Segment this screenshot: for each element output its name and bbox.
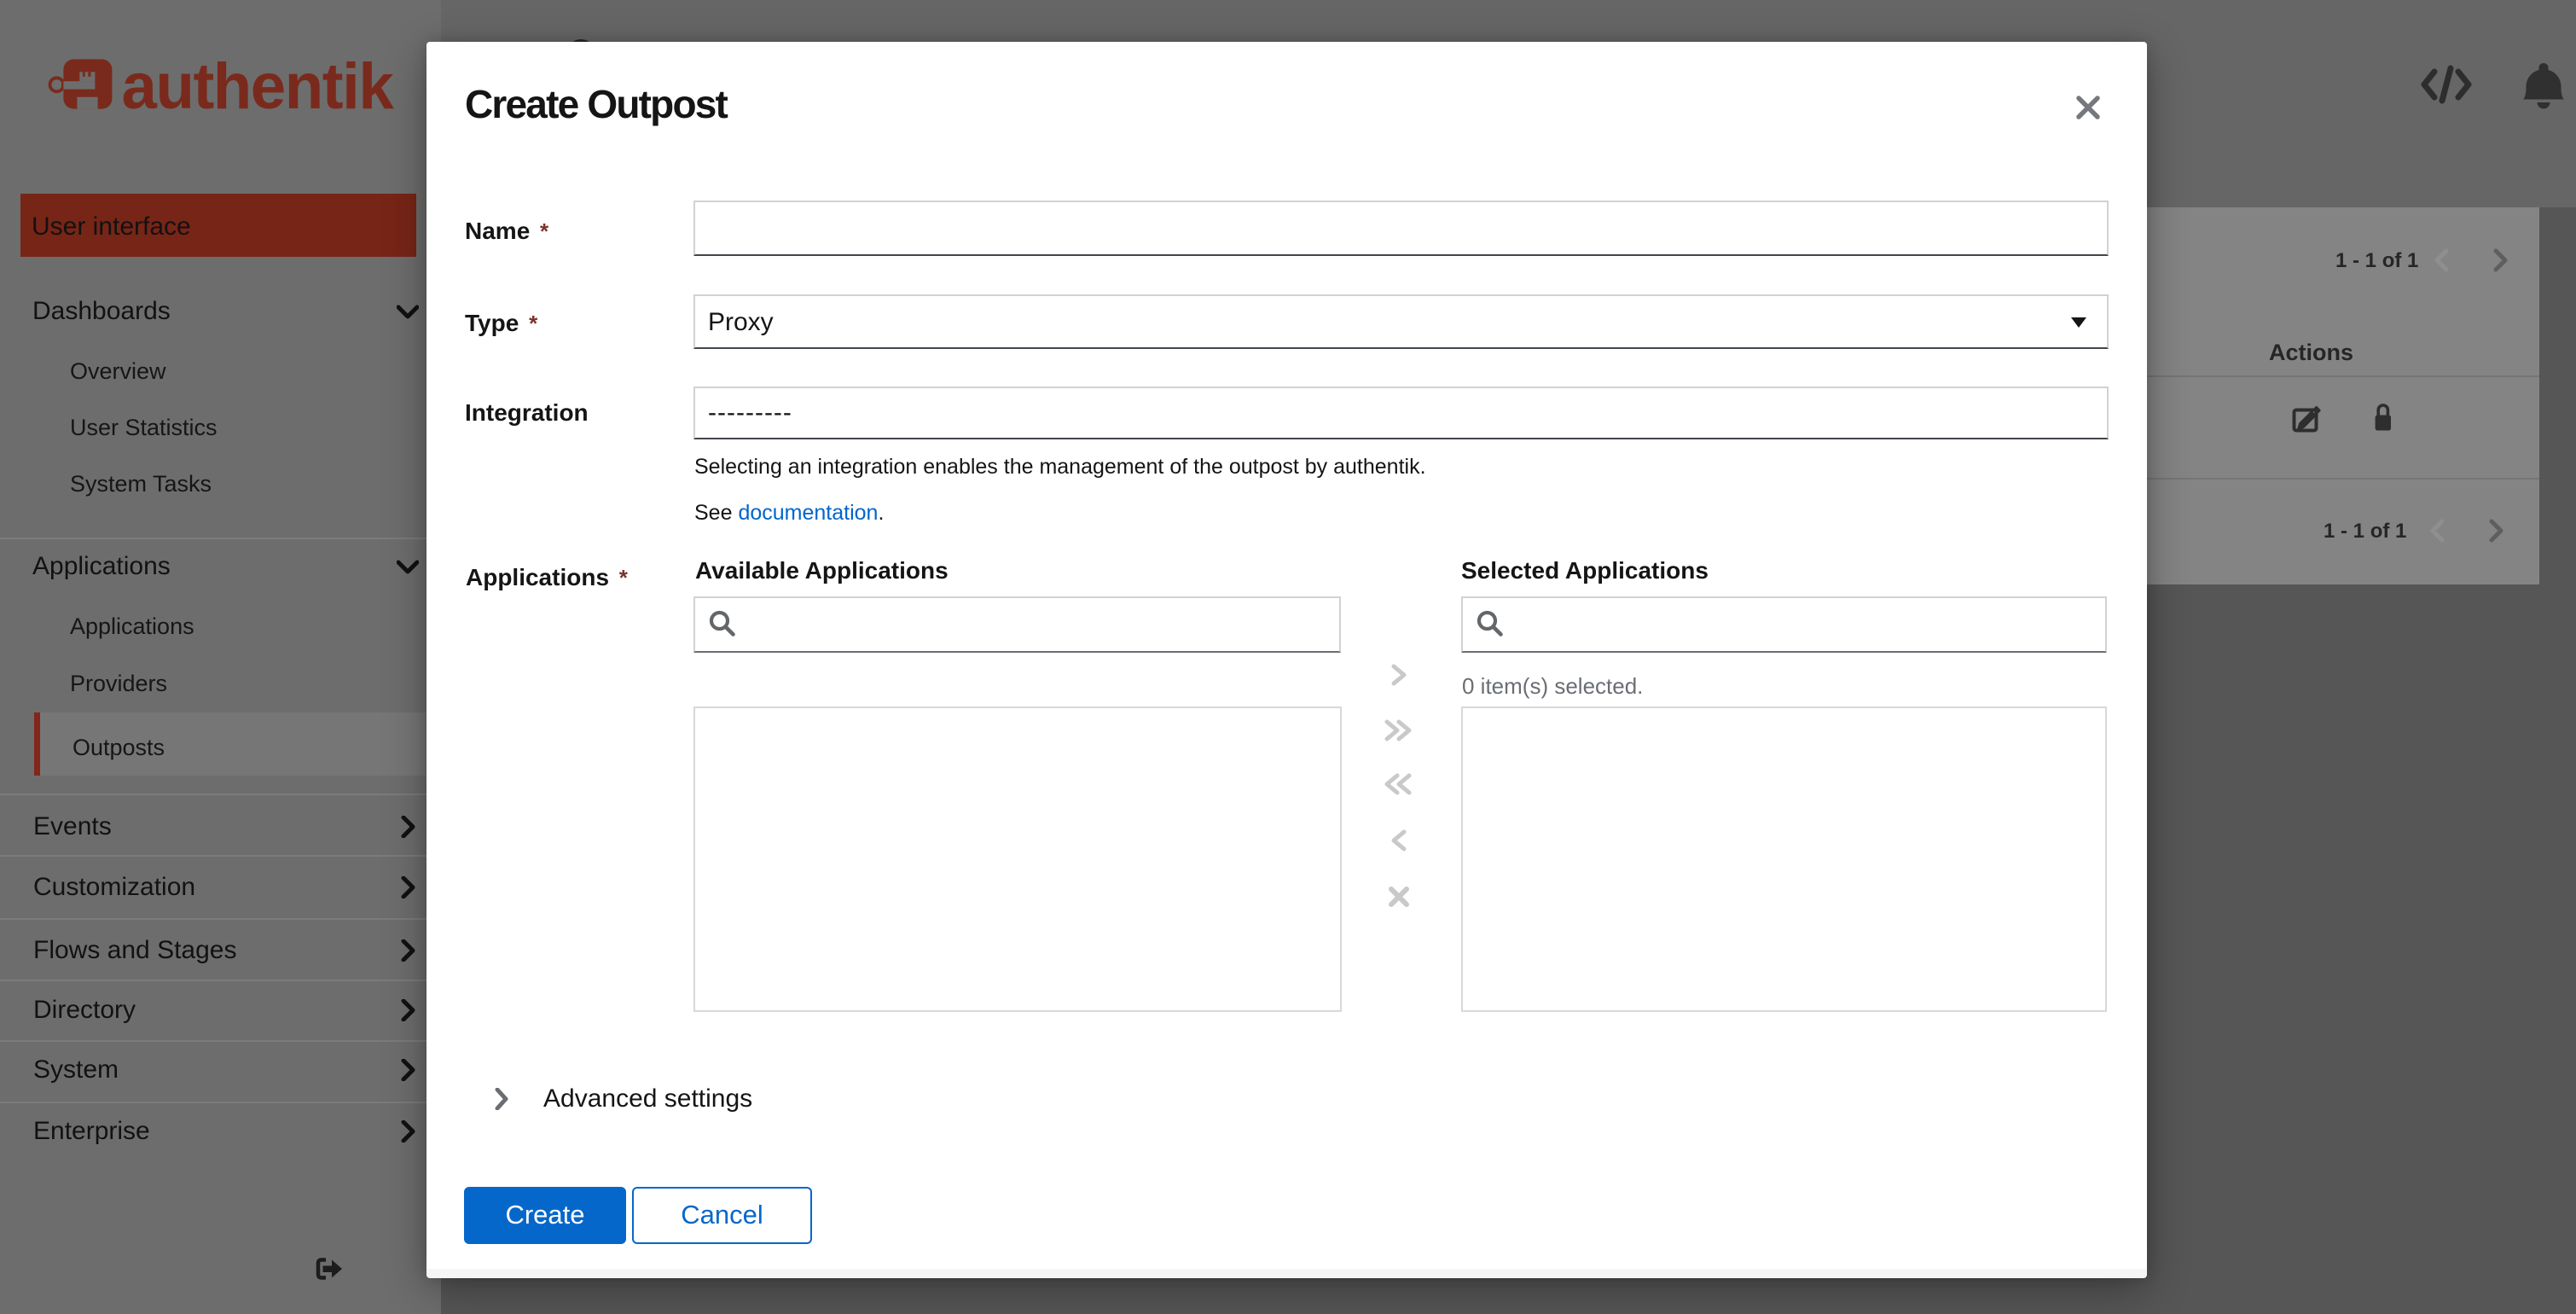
svg-text:authentik: authentik: [122, 53, 394, 122]
